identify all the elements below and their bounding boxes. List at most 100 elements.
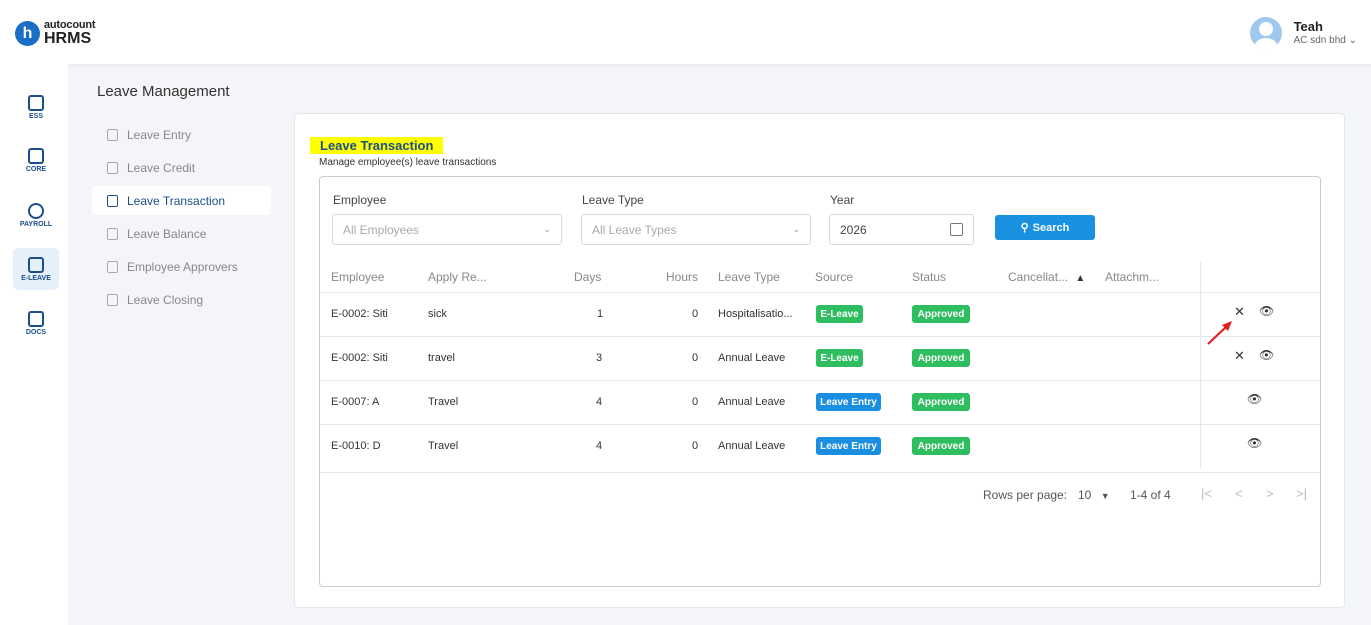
column-header-employee[interactable]: Employee xyxy=(331,270,384,284)
column-header-leave-type[interactable]: Leave Type xyxy=(718,270,780,284)
view-icon[interactable]: 👁 xyxy=(1259,348,1274,362)
pagination-range: 1-4 of 4 xyxy=(1130,488,1171,502)
subnav-label: Leave Transaction xyxy=(127,193,226,208)
docs-icon xyxy=(28,310,44,327)
cell-hours: 0 xyxy=(692,396,699,408)
search-button[interactable]: ⚲ Search xyxy=(995,215,1095,240)
column-header-hours[interactable]: Hours xyxy=(666,270,698,284)
cell-leave-type: Annual Leave xyxy=(718,352,786,364)
rail-label: ESS xyxy=(28,112,43,120)
cancel-icon[interactable]: ✕ xyxy=(1234,304,1245,320)
user-company[interactable]: AC sdn bhd ⌄ xyxy=(1294,35,1357,47)
cell-reason: travel xyxy=(428,352,455,364)
view-icon[interactable]: 👁 xyxy=(1259,304,1274,318)
view-icon[interactable]: 👁 xyxy=(1247,392,1262,406)
avatar[interactable] xyxy=(1249,17,1282,49)
page-subtitle: Manage employee(s) leave transactions xyxy=(319,157,497,168)
user-company-label: AC sdn bhd xyxy=(1293,34,1346,46)
rows-per-page-label: Rows per page: xyxy=(983,488,1068,502)
employee-select[interactable]: All Employees ⌄ xyxy=(332,214,562,245)
divider xyxy=(320,472,1320,473)
rows-per-page-select[interactable]: 10 ▼ xyxy=(1078,488,1110,502)
first-page-icon[interactable]: |< xyxy=(1201,486,1212,501)
status-badge: Approved xyxy=(912,349,970,367)
subnav-item-leave-closing[interactable]: Leave Closing xyxy=(92,285,271,314)
core-icon xyxy=(28,147,44,164)
document-icon xyxy=(107,260,118,273)
user-name: Teah xyxy=(1293,19,1323,35)
rail-label: CORE xyxy=(25,165,47,173)
user-menu[interactable]: Teah AC sdn bhd ⌄ xyxy=(1249,17,1357,49)
leave-type-select-placeholder: All Leave Types xyxy=(592,222,677,237)
document-icon xyxy=(107,161,118,174)
logo-big-text: HRMS xyxy=(44,30,92,47)
rail-item-payroll[interactable]: PAYROLL xyxy=(13,194,59,236)
rail-item-docs[interactable]: DOCS xyxy=(13,302,59,344)
cell-employee: E-0007: A xyxy=(331,396,380,408)
subnav-item-leave-credit[interactable]: Leave Credit xyxy=(92,153,271,182)
column-header-days[interactable]: Days xyxy=(574,270,601,284)
cell-leave-type: Annual Leave xyxy=(718,396,786,408)
column-header-apply-reason[interactable]: Apply Re... xyxy=(428,270,487,284)
divider xyxy=(320,380,1320,381)
divider xyxy=(1200,262,1201,468)
previous-page-icon[interactable]: < xyxy=(1235,486,1243,501)
annotation-arrow-icon xyxy=(1207,321,1232,345)
app-logo[interactable]: h autocount HRMS xyxy=(15,20,96,47)
cancel-icon[interactable]: ✕ xyxy=(1234,348,1245,364)
cell-reason: sick xyxy=(428,308,447,320)
employee-filter-label: Employee xyxy=(333,193,387,207)
subnav-item-leave-balance[interactable]: Leave Balance xyxy=(92,219,271,248)
cell-days: 1 xyxy=(597,308,604,320)
source-badge: E-Leave xyxy=(816,349,863,367)
subnav-item-employee-approvers[interactable]: Employee Approvers xyxy=(92,252,271,281)
source-badge: Leave Entry xyxy=(816,437,881,455)
cell-leave-type: Annual Leave xyxy=(718,440,786,452)
year-input[interactable]: 2026 xyxy=(829,214,974,245)
year-filter-label: Year xyxy=(830,193,855,207)
rail-item-ess[interactable]: ESS xyxy=(13,86,59,128)
cell-hours: 0 xyxy=(692,440,699,452)
next-page-icon[interactable]: > xyxy=(1266,486,1274,501)
column-header-attachment[interactable]: Attachm... xyxy=(1105,270,1159,284)
cell-reason: Travel xyxy=(428,396,459,408)
top-bar: h autocount HRMS Teah AC sdn bhd ⌄ xyxy=(0,0,1371,64)
subnav-item-leave-entry[interactable]: Leave Entry xyxy=(92,120,271,149)
search-button-label: Search xyxy=(1032,221,1070,234)
module-rail: ESS CORE PAYROLL E-LEAVE DOCS xyxy=(0,64,68,625)
cell-leave-type: Hospitalisatio... xyxy=(718,308,793,320)
subnav-label: Employee Approvers xyxy=(127,259,238,274)
rail-item-eleave[interactable]: E-LEAVE xyxy=(13,248,59,290)
view-icon[interactable]: 👁 xyxy=(1247,436,1262,450)
column-header-cancellation[interactable]: Cancellat... ▲ xyxy=(1008,270,1085,284)
year-value: 2026 xyxy=(840,222,867,237)
divider xyxy=(320,424,1320,425)
cell-days: 4 xyxy=(596,396,603,408)
calendar-icon[interactable] xyxy=(950,223,963,236)
logo-mark: h xyxy=(15,21,40,46)
divider xyxy=(320,292,1320,293)
last-page-icon[interactable]: >| xyxy=(1296,486,1307,501)
subnav-label: Leave Balance xyxy=(127,226,207,241)
search-icon: ⚲ xyxy=(1020,222,1029,234)
status-badge: Approved xyxy=(912,305,970,323)
leave-type-select[interactable]: All Leave Types ⌄ xyxy=(581,214,811,245)
eleave-icon xyxy=(28,256,44,273)
status-badge: Approved xyxy=(912,437,970,455)
subnav-item-leave-transaction[interactable]: Leave Transaction xyxy=(92,186,271,215)
rail-item-core[interactable]: CORE xyxy=(13,139,59,181)
column-header-source[interactable]: Source xyxy=(815,270,853,284)
column-header-cancellation-label: Cancellat... xyxy=(1008,270,1069,284)
cell-employee: E-0010: D xyxy=(331,440,381,452)
subnav-label: Leave Credit xyxy=(127,160,196,175)
column-header-status[interactable]: Status xyxy=(912,270,946,284)
source-badge: Leave Entry xyxy=(816,393,881,411)
document-icon xyxy=(107,194,118,207)
payroll-icon xyxy=(28,202,44,219)
section-title: Leave Management xyxy=(97,83,230,100)
cell-days: 4 xyxy=(596,440,603,452)
chevron-down-icon: ⌄ xyxy=(792,224,800,234)
employee-select-placeholder: All Employees xyxy=(343,222,420,237)
chevron-down-icon: ⌄ xyxy=(1348,34,1357,46)
rail-label: E-LEAVE xyxy=(21,274,51,282)
